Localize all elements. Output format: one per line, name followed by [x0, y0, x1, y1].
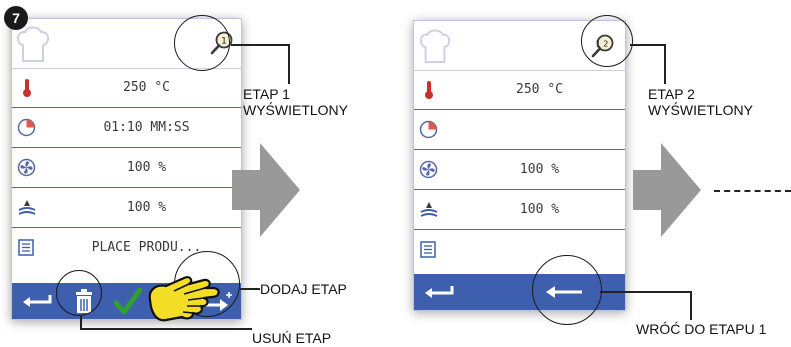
humidity-row[interactable]: 100 % [12, 188, 241, 228]
timer-icon [17, 118, 36, 137]
chef-hat-icon [419, 29, 451, 63]
note-row[interactable] [414, 230, 625, 269]
fan-icon [419, 160, 438, 179]
callout-line [231, 44, 289, 46]
fan-value: 100 % [519, 162, 560, 177]
chef-hat-icon [17, 26, 49, 62]
humidity-value: 100 % [126, 200, 167, 215]
humidity-icon [420, 202, 438, 217]
etap2-callout: ETAP 2 WYŚWIETLONY [648, 86, 753, 118]
etap2-line1: ETAP 2 [648, 86, 695, 102]
magnifier-highlight-circle [581, 15, 633, 67]
callout-line [664, 44, 666, 84]
pointing-hand-icon [148, 276, 220, 322]
callout-line [690, 291, 692, 320]
fan-row[interactable]: 100 % [414, 150, 625, 190]
note-icon [420, 241, 436, 258]
thermometer-icon [425, 81, 433, 99]
left-arrow-highlight-circle [532, 255, 602, 325]
back-arrow-icon[interactable] [20, 293, 54, 309]
time-value: 01:10 MM:SS [103, 120, 190, 135]
fan-row[interactable]: 100 % [12, 148, 241, 188]
dashed-continuation-line [714, 190, 791, 192]
callout-line [600, 291, 691, 293]
note-icon [18, 239, 34, 256]
humidity-row[interactable]: 100 % [414, 190, 625, 230]
big-arrow-icon [633, 143, 701, 237]
wroc-callout: WRÓĆ DO ETAPU 1 [636, 321, 767, 337]
humidity-value: 100 % [519, 202, 560, 217]
step-number: 7 [12, 10, 20, 26]
callout-line [288, 44, 290, 84]
back-arrow-icon[interactable] [422, 284, 456, 300]
fan-icon [17, 158, 36, 177]
temperature-value: 250 °C [123, 80, 170, 95]
time-row[interactable] [414, 110, 625, 150]
trash-highlight-circle [56, 270, 102, 316]
etap2-line2: WYŚWIETLONY [648, 102, 754, 118]
temperature-value: 250 °C [516, 82, 563, 97]
time-row[interactable]: 01:10 MM:SS [12, 108, 241, 148]
usun-etap-callout: USUŃ ETAP [252, 330, 332, 346]
checkmark-icon[interactable] [114, 288, 142, 315]
callout-line [240, 288, 260, 290]
etap1-line1: ETAP 1 [243, 86, 290, 102]
etap1-callout: ETAP 1 WYŚWIETLONY [243, 86, 348, 118]
callout-line [630, 44, 665, 46]
temperature-row[interactable]: 250 °C [12, 68, 241, 108]
fan-value: 100 % [126, 160, 167, 175]
big-arrow-icon [232, 143, 300, 237]
step-number-badge: 7 [4, 6, 28, 30]
time-value [454, 110, 625, 149]
dodaj-etap-callout: DODAJ ETAP [260, 281, 347, 297]
magnifier-highlight-circle [174, 15, 230, 71]
timer-icon [419, 120, 438, 139]
note-value [454, 230, 625, 269]
etap1-line2: WYŚWIETLONY [243, 102, 349, 118]
humidity-icon [18, 200, 36, 215]
temperature-row[interactable]: 250 °C [414, 70, 625, 110]
thermometer-icon [23, 79, 31, 97]
